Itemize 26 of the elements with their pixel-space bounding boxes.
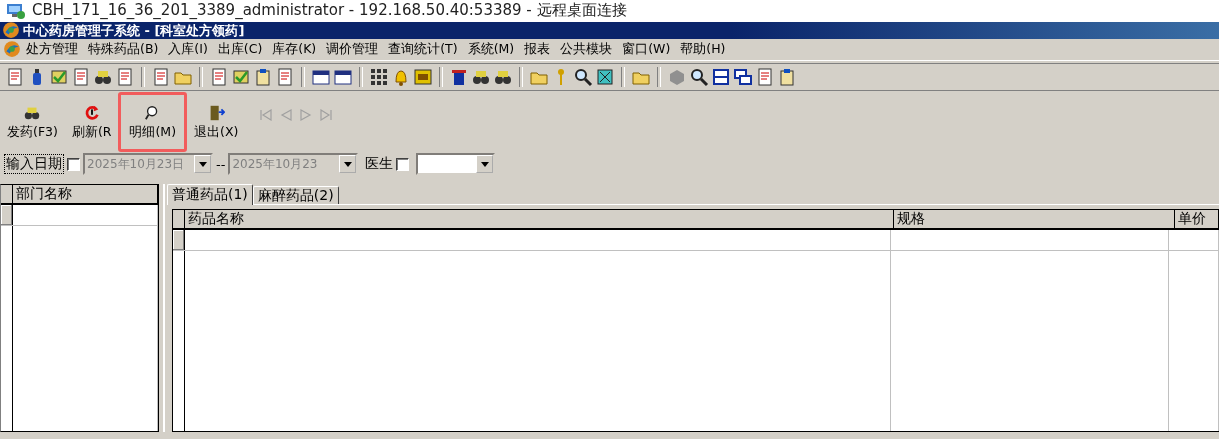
menu-item[interactable]: 处方管理 (21, 41, 83, 58)
column-header[interactable]: 单价 (1175, 210, 1219, 228)
menu-item[interactable]: 系统(M) (462, 41, 520, 58)
column-header[interactable]: 规格 (894, 210, 1175, 228)
menu-item[interactable]: 特殊药品(B) (83, 41, 164, 58)
menu-item[interactable]: 窗口(W) (617, 41, 676, 58)
toolbar-button[interactable]: 退出(X) (187, 92, 246, 152)
toolbar-button[interactable]: 发药(F3) (0, 92, 65, 152)
menu-item[interactable]: 公共模块 (555, 41, 618, 58)
field-label: 输入日期 (4, 154, 64, 174)
field-label: 医生 (365, 155, 394, 173)
window-title: 中心药房管理子系统 - [科室处方领药] (23, 21, 245, 40)
menu-item[interactable]: 调价管理 (321, 41, 384, 58)
menu-item[interactable]: 库存(K) (267, 41, 322, 58)
menu-item[interactable]: 查询统计(T) (383, 41, 463, 58)
column-header[interactable]: 药品名称 (185, 210, 894, 228)
menu-item[interactable]: 帮助(H) (675, 41, 731, 58)
range-separator: -- (216, 156, 226, 172)
menu-item[interactable]: 出库(C) (212, 41, 268, 58)
menu-item[interactable]: 入库(I) (163, 41, 213, 58)
tab[interactable]: 麻醉药品(2) (252, 186, 339, 204)
menu-item[interactable]: 报表 (519, 41, 556, 58)
toolbar-button[interactable]: 明细(M) (118, 92, 187, 152)
toolbar-button[interactable]: 刷新(R (64, 92, 119, 152)
tab[interactable]: 普通药品(1) (167, 184, 253, 205)
remote-window-title: CBH_171_16_36_201_3389_administrator - 192.168.50.40:53389 - 远程桌面连接 (32, 1, 627, 20)
